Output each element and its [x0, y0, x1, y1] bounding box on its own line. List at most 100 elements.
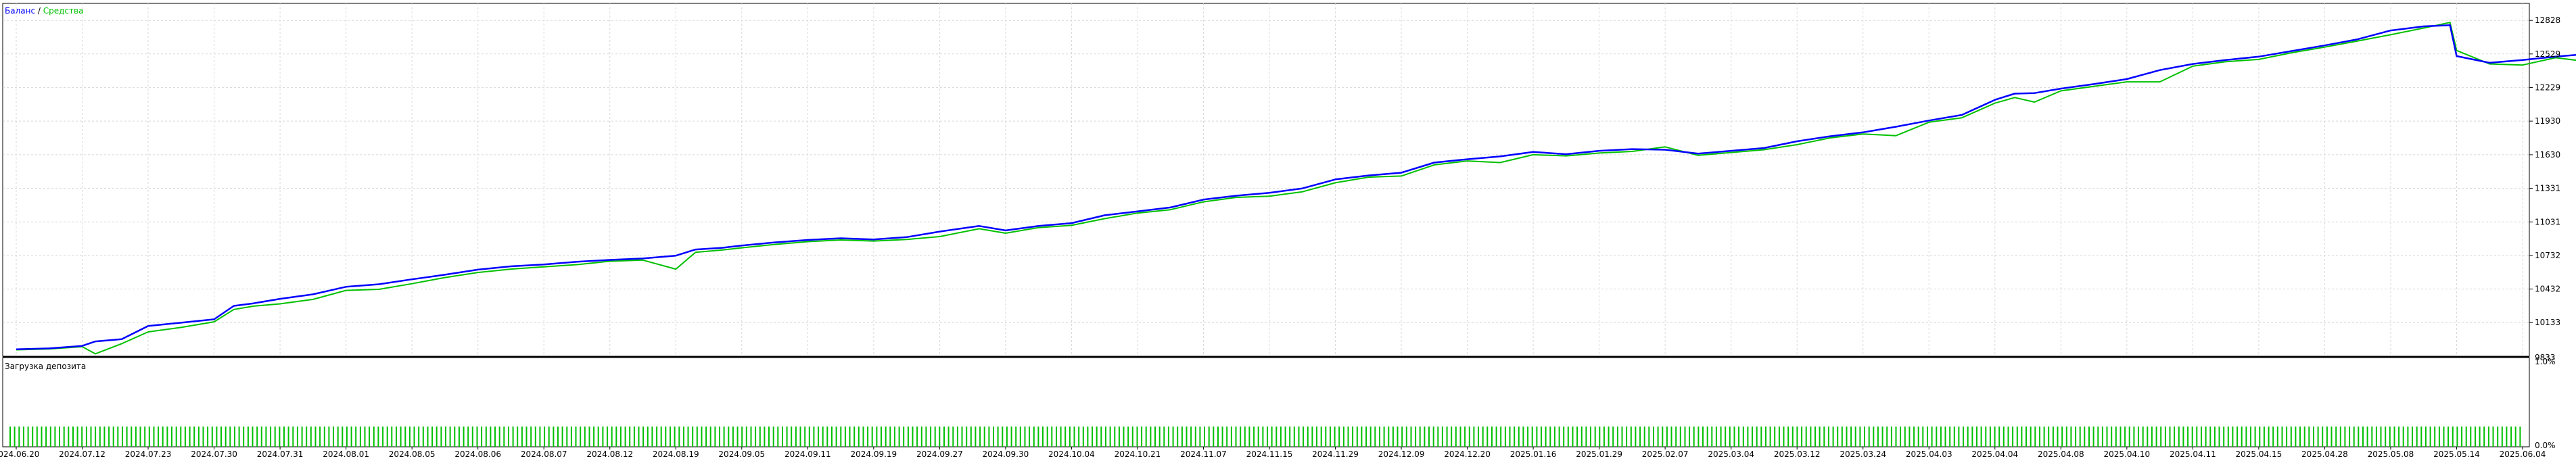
- deposit-load-bar: [1208, 427, 1210, 447]
- deposit-load-bar: [1105, 427, 1106, 447]
- deposit-load-bar: [490, 427, 492, 447]
- deposit-load-title: Загрузка депозита: [5, 362, 86, 371]
- deposit-load-bar: [396, 427, 397, 447]
- deposit-load-bar: [597, 427, 599, 447]
- deposit-load-bar: [1150, 427, 1152, 447]
- deposit-load-bar: [1639, 427, 1641, 447]
- deposit-load-bar: [2057, 427, 2059, 447]
- deposit-load-bar: [1204, 427, 1205, 447]
- y-tick-label: 11930: [2535, 116, 2560, 126]
- deposit-load-bar: [2007, 427, 2009, 447]
- deposit-load-bar: [1240, 427, 1242, 447]
- deposit-load-bar: [162, 427, 164, 447]
- deposit-load-bar: [1262, 427, 1264, 447]
- deposit-load-bar: [593, 427, 595, 447]
- deposit-load-bar: [108, 427, 110, 447]
- deposit-load-bar: [1158, 427, 1161, 447]
- deposit-load-bar: [1971, 427, 1973, 447]
- deposit-load-bar: [553, 427, 555, 447]
- deposit-load-bar: [1720, 427, 1722, 447]
- deposit-load-bar: [1320, 427, 1322, 447]
- deposit-load-bar: [1689, 427, 1691, 447]
- deposit-load-bar: [463, 427, 465, 447]
- deposit-load-bar: [2353, 427, 2355, 447]
- deposit-load-bar: [2276, 427, 2278, 447]
- deposit-load-bar: [782, 427, 783, 447]
- deposit-load-bar: [2147, 427, 2149, 447]
- deposit-load-bar: [1742, 427, 1744, 447]
- deposit-load-bar: [979, 427, 981, 447]
- deposit-load-bar: [2519, 427, 2521, 447]
- deposit-load-bar: [440, 427, 442, 447]
- deposit-load-bar: [247, 427, 249, 447]
- x-tick-label: 2025.05.14: [2433, 450, 2480, 459]
- deposit-load-bar: [2407, 427, 2409, 447]
- deposit-load-bar: [1738, 427, 1740, 447]
- deposit-load-bar: [534, 427, 536, 447]
- x-tick-label: 2024.08.01: [323, 450, 369, 459]
- x-tick-label: 2025.04.08: [2038, 450, 2084, 459]
- deposit-load-bar: [2092, 427, 2094, 447]
- y-tick-label: 11331: [2535, 184, 2560, 193]
- deposit-load-bar: [893, 427, 895, 447]
- deposit-load-bar: [1451, 427, 1453, 447]
- deposit-load-bar: [764, 427, 766, 447]
- x-tick-label: 2024.06.20: [0, 450, 39, 459]
- deposit-load-bar: [1267, 427, 1268, 447]
- deposit-load-bar: [633, 427, 635, 447]
- deposit-load-bar: [400, 427, 402, 447]
- deposit-load-bar: [2465, 427, 2467, 447]
- deposit-load-bar: [1864, 427, 1865, 447]
- deposit-load-bar: [1653, 427, 1654, 447]
- deposit-load-bar: [1441, 427, 1443, 447]
- deposit-load-bar: [1545, 427, 1547, 447]
- deposit-load-bar: [674, 427, 676, 447]
- deposit-load-bar: [1814, 427, 1816, 447]
- deposit-load-bar: [1029, 427, 1031, 447]
- deposit-load-bar: [956, 427, 958, 447]
- deposit-load-bar: [1572, 427, 1574, 447]
- deposit-load-bar: [1886, 427, 1888, 447]
- deposit-load-bar: [2169, 427, 2171, 447]
- deposit-load-bar: [2375, 427, 2377, 447]
- deposit-load-bar: [2420, 427, 2422, 447]
- deposit-load-bar: [539, 427, 541, 447]
- deposit-load-bar: [1316, 427, 1317, 447]
- equity-series-line: [16, 22, 2576, 355]
- deposit-load-bar: [1958, 427, 1960, 447]
- deposit-load-bar: [1522, 427, 1524, 447]
- deposit-load-bar: [1666, 427, 1668, 447]
- deposit-load-bar: [1702, 427, 1704, 447]
- deposit-load-bar: [1478, 427, 1479, 447]
- deposit-load-bar: [1913, 427, 1915, 447]
- y-tick-label: 11630: [2535, 150, 2560, 160]
- deposit-load-bar: [1482, 427, 1484, 447]
- deposit-load-bar: [1298, 427, 1300, 447]
- deposit-load-bar: [1257, 427, 1259, 447]
- deposit-load-bar: [1648, 427, 1650, 447]
- deposit-load-bar: [1002, 427, 1004, 447]
- deposit-load-bar: [1271, 427, 1273, 447]
- deposit-load-bar: [2151, 427, 2153, 447]
- deposit-load-bar: [629, 427, 631, 447]
- deposit-load-bar: [1675, 427, 1677, 447]
- deposit-load-bar: [72, 427, 74, 447]
- x-tick-label: 2024.11.29: [1312, 450, 1359, 459]
- deposit-load-bar: [369, 427, 371, 447]
- deposit-load-bar: [1419, 427, 1421, 447]
- deposit-load-bar: [2218, 427, 2220, 447]
- deposit-load-bar: [835, 427, 837, 447]
- deposit-load-bar: [216, 427, 218, 447]
- deposit-load-bar: [377, 427, 379, 447]
- deposit-load-bar: [68, 427, 70, 447]
- deposit-load-bar: [2389, 427, 2391, 447]
- deposit-load-bar: [777, 427, 779, 447]
- deposit-load-bar: [1486, 427, 1489, 447]
- x-tick-label: 2024.11.07: [1180, 450, 1227, 459]
- deposit-load-bar: [1330, 427, 1331, 447]
- deposit-load-bar: [2039, 427, 2040, 447]
- x-tick-label: 2024.09.11: [784, 450, 831, 459]
- deposit-load-bar: [1976, 427, 1977, 447]
- deposit-load-bar: [786, 427, 788, 447]
- deposit-load-bar: [1428, 427, 1430, 447]
